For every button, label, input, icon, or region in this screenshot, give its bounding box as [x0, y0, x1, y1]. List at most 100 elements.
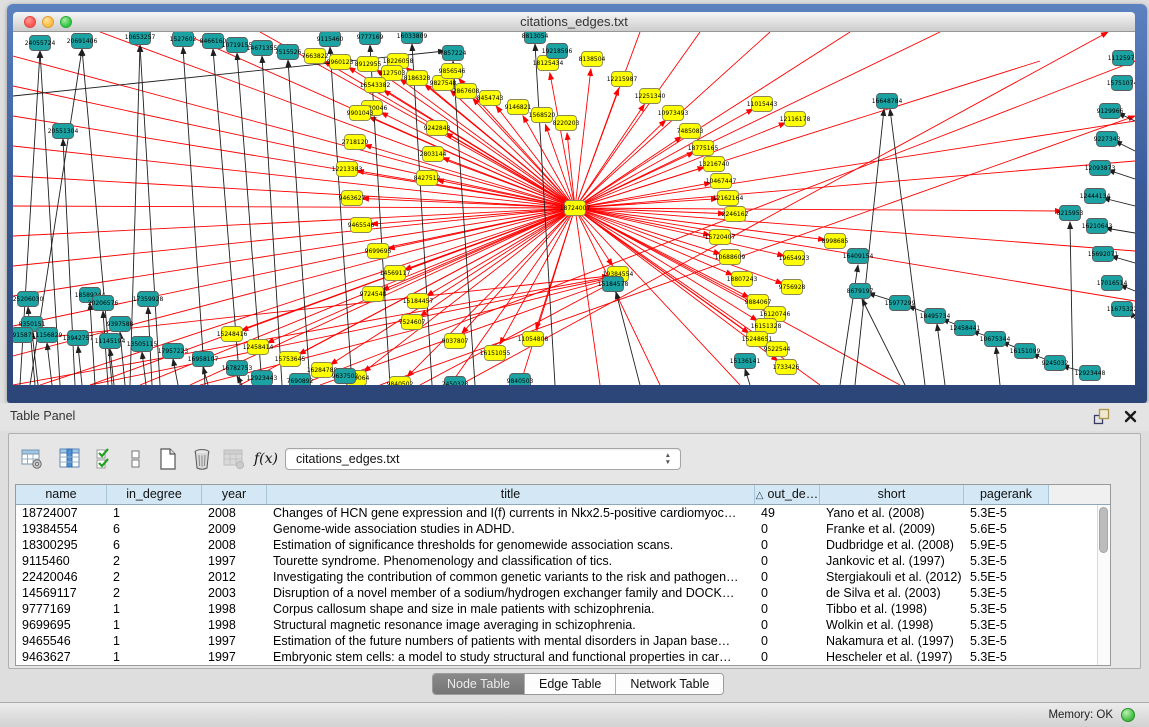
graph-node[interactable]: 2718120 — [342, 135, 369, 150]
network-canvas-svg[interactable]: 1872400776638228960123891295518226058812… — [13, 32, 1135, 385]
column-header-name[interactable]: name — [16, 485, 107, 504]
table-row[interactable]: 911546021997Tourette syndrome. Phenomeno… — [16, 553, 1110, 569]
graph-node[interactable]: 16958107 — [188, 352, 219, 367]
graph-node[interactable]: 9637502 — [332, 369, 359, 384]
table-row[interactable]: 977716911998Corpus callosum shape and si… — [16, 601, 1110, 617]
graph-edge[interactable] — [616, 292, 640, 385]
network-window-titlebar[interactable]: citations_edges.txt — [13, 12, 1135, 32]
graph-node[interactable]: 1527602 — [170, 32, 197, 47]
graph-node[interactable]: 9777169 — [357, 32, 384, 45]
graph-node[interactable]: 11054808 — [518, 332, 549, 347]
graph-node[interactable]: 12923443 — [247, 371, 278, 386]
graph-node[interactable]: 16151099 — [1010, 344, 1041, 359]
graph-node[interactable]: 1568520 — [529, 108, 556, 123]
graph-node[interactable]: 9756928 — [779, 280, 806, 295]
graph-node[interactable]: 10973493 — [658, 106, 689, 121]
graph-edge[interactable] — [262, 56, 282, 385]
table-row[interactable]: 1830029562008Estimation of significance … — [16, 537, 1110, 553]
graph-node[interactable]: 13505115 — [127, 337, 158, 352]
graph-node[interactable]: 8215953 — [1057, 206, 1084, 221]
graph-node[interactable]: 17957223 — [158, 344, 189, 359]
graph-node[interactable]: 16782753 — [222, 361, 253, 376]
graph-node[interactable]: 11015443 — [747, 97, 778, 112]
graph-node[interactable]: 15977299 — [885, 296, 916, 311]
show-columns-button[interactable] — [57, 446, 83, 472]
graph-node[interactable]: 18807243 — [727, 272, 758, 287]
graph-node[interactable]: 1733426 — [773, 360, 800, 375]
column-header-short[interactable]: short — [820, 485, 964, 504]
graph-node[interactable]: 9242848 — [424, 121, 451, 136]
graph-edge[interactable] — [745, 369, 750, 385]
tab-network-table[interactable]: Network Table — [616, 674, 723, 694]
graph-edge[interactable] — [63, 139, 75, 385]
column-header-year[interactable]: year — [202, 485, 267, 504]
column-header-title[interactable]: title — [267, 485, 755, 504]
tab-node-table[interactable]: Node Table — [433, 674, 525, 694]
graph-node[interactable]: 9465546 — [348, 218, 375, 233]
graph-node[interactable]: 12458441 — [950, 321, 981, 336]
graph-node[interactable]: 2803144 — [420, 147, 447, 162]
graph-edge[interactable] — [575, 120, 666, 208]
graph-node[interactable]: 9840503 — [507, 374, 534, 386]
graph-edge[interactable] — [862, 299, 905, 385]
table-row[interactable]: 969969511998Structural magnetic resonanc… — [16, 617, 1110, 633]
graph-node[interactable]: 2450328 — [442, 377, 469, 386]
delete-table-button[interactable] — [221, 446, 247, 472]
scrollbar-thumb[interactable] — [1099, 507, 1108, 553]
graph-node[interactable]: 15751074 — [1107, 76, 1135, 91]
function-builder-button[interactable]: f(x) — [253, 446, 279, 472]
graph-edge[interactable] — [575, 208, 613, 266]
network-canvas[interactable]: 1872400776638228960123891295518226058812… — [13, 32, 1135, 385]
graph-node[interactable]: 9724548 — [360, 287, 387, 302]
graph-node[interactable]: 8138504 — [579, 52, 606, 67]
graph-node[interactable]: 2867608 — [453, 84, 480, 99]
graph-edge[interactable] — [130, 45, 140, 385]
clear-selection-button[interactable] — [123, 446, 149, 472]
table-row[interactable]: 1938455462009Genome-wide association stu… — [16, 521, 1110, 537]
graph-node[interactable]: 9227343 — [1094, 132, 1121, 147]
graph-edge[interactable] — [13, 56, 575, 208]
graph-node[interactable]: 9699695 — [365, 244, 392, 259]
graph-node[interactable]: 9522544 — [764, 342, 791, 357]
graph-node[interactable]: 7524607 — [399, 315, 426, 330]
graph-node[interactable]: 19654923 — [779, 251, 810, 266]
graph-node[interactable]: 16033809 — [397, 32, 428, 44]
table-row[interactable]: 1456911722003Disruption of a novel membe… — [16, 585, 1110, 601]
graph-node[interactable]: 11675322 — [1107, 302, 1135, 317]
graph-edge[interactable] — [364, 208, 575, 372]
graph-node[interactable]: 16210643 — [1082, 219, 1113, 234]
graph-node[interactable]: 8998685 — [822, 234, 849, 249]
graph-edge[interactable] — [203, 367, 208, 385]
graph-node[interactable]: 12213383 — [332, 162, 363, 177]
graph-node[interactable]: 20691406 — [67, 34, 98, 49]
graph-node[interactable]: 15136141 — [730, 354, 761, 369]
graph-edge[interactable] — [575, 121, 1135, 208]
graph-node[interactable]: 14569117 — [380, 266, 411, 281]
graph-node[interactable]: 25206030 — [13, 292, 43, 307]
graph-node[interactable]: 17359928 — [133, 292, 164, 307]
graph-node[interactable]: 2246162 — [722, 207, 749, 222]
graph-edge[interactable] — [890, 109, 925, 385]
graph-edge[interactable] — [13, 176, 575, 208]
graph-node[interactable]: 8186328 — [404, 71, 431, 86]
graph-edge[interactable] — [140, 45, 160, 385]
tab-edge-table[interactable]: Edge Table — [525, 674, 616, 694]
table-settings-button[interactable] — [19, 446, 45, 472]
graph-node[interactable]: 12444134 — [1080, 189, 1111, 204]
column-header-pagerank[interactable]: pagerank — [964, 485, 1049, 504]
graph-node[interactable]: 7663822 — [302, 49, 329, 64]
graph-node[interactable]: 10653257 — [125, 32, 156, 45]
graph-node[interactable]: 9397588 — [107, 317, 134, 332]
select-all-button[interactable] — [93, 446, 119, 472]
graph-edge[interactable] — [142, 352, 146, 385]
float-panel-icon[interactable] — [1093, 408, 1110, 425]
close-panel-icon[interactable] — [1124, 410, 1137, 423]
graph-node[interactable]: 15692071 — [1088, 247, 1119, 262]
graph-node[interactable]: 9463627 — [339, 191, 366, 206]
graph-node[interactable]: 12923448 — [1075, 366, 1106, 381]
graph-node[interactable]: 9856546 — [439, 64, 466, 79]
graph-node[interactable]: 9115460 — [317, 32, 344, 47]
graph-node[interactable]: 12251340 — [635, 89, 666, 104]
graph-node[interactable]: 12116178 — [780, 112, 811, 127]
graph-node[interactable]: 8679197 — [847, 284, 874, 299]
